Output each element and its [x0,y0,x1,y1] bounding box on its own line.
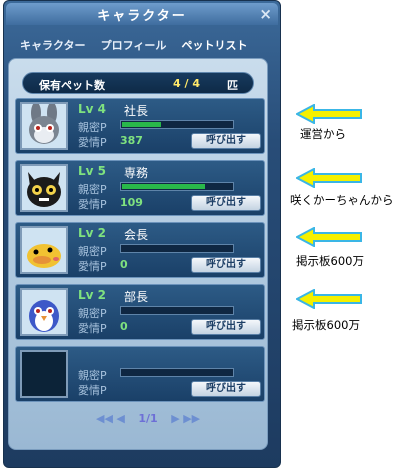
summon-button[interactable]: 呼び出す [191,381,261,397]
rabbit-pet-portrait [20,102,68,150]
intimacy-label: 親密P [78,183,107,196]
page-indicator: 1/1 [138,412,158,425]
pet-row: Lv 5 専務 親密P 愛情P 109 呼び出す [15,160,265,216]
summon-button[interactable]: 呼び出す [191,257,261,273]
affection-value: 0 [120,320,128,333]
window-title: キャラクター [97,9,187,24]
intimacy-label: 親密P [78,307,107,320]
pet-name: 部長 [124,290,149,304]
intimacy-label: 親密P [78,369,107,382]
pet-name: 専務 [124,166,149,180]
affection-label: 愛情P [78,198,107,211]
pet-count-label: 保有ペット数 [39,79,105,92]
pet-row-empty: 親密P 愛情P 呼び出す [15,346,265,402]
pagination: ◀◀ ◀ 1/1 ▶ ▶▶ [96,412,200,425]
intimacy-label: 親密P [78,121,107,134]
affection-label: 愛情P [78,260,107,273]
intimacy-bar [120,120,234,129]
tab-bar: キャラクター プロフィール ペットリスト [20,34,258,54]
next-page-icon[interactable]: ▶ [171,412,179,425]
pet-level: Lv 4 [78,102,106,116]
annotation-text: 運営から [300,127,346,141]
intimacy-bar [120,182,234,191]
empty-portrait [20,350,68,398]
affection-label: 愛情P [78,136,107,149]
left-arrow-icon [296,168,362,188]
annotation-text: 掲示板600万 [296,254,364,268]
tab-character[interactable]: キャラクター [20,37,86,54]
pet-name: 会長 [124,228,149,242]
annotation-text: 咲くかーちゃんから [290,193,394,207]
black-cat-pet-portrait [20,164,68,212]
pet-level: Lv 2 [78,226,106,240]
yellow-chick-pet-portrait [20,226,68,274]
pet-level: Lv 5 [78,164,106,178]
pet-count-bar: 保有ペット数 4 / 4 匹 [22,72,254,94]
annotation-text: 掲示板600万 [292,318,360,332]
summon-button[interactable]: 呼び出す [191,195,261,211]
affection-value: 387 [120,134,143,147]
tab-profile[interactable]: プロフィール [101,37,167,54]
summon-button[interactable]: 呼び出す [191,319,261,335]
pet-row: Lv 4 社長 親密P 愛情P 387 呼び出す [15,98,265,154]
pet-count-value: 4 / 4 [173,77,200,90]
affection-value: 109 [120,196,143,209]
first-page-icon[interactable]: ◀◀ [96,412,113,425]
affection-value: 0 [120,258,128,271]
pet-count-unit: 匹 [227,79,238,92]
penguin-pet-portrait [20,288,68,336]
affection-label: 愛情P [78,322,107,335]
pet-row: Lv 2 部長 親密P 愛情P 0 呼び出す [15,284,265,340]
left-arrow-icon [296,289,362,309]
tab-pet-list[interactable]: ペットリスト [182,37,248,54]
last-page-icon[interactable]: ▶▶ [183,412,200,425]
pet-name: 社長 [124,104,149,118]
intimacy-bar-fill [122,184,205,189]
close-icon[interactable]: × [259,5,272,23]
summon-button[interactable]: 呼び出す [191,133,261,149]
title-bar[interactable]: キャラクター × [6,3,278,25]
affection-label: 愛情P [78,384,107,397]
left-arrow-icon [296,104,362,124]
intimacy-bar [120,368,234,377]
left-arrow-icon [296,227,362,247]
pet-row: Lv 2 会長 親密P 愛情P 0 呼び出す [15,222,265,278]
intimacy-bar [120,244,234,253]
intimacy-label: 親密P [78,245,107,258]
pet-level: Lv 2 [78,288,106,302]
intimacy-bar-fill [122,122,161,127]
intimacy-bar [120,306,234,315]
prev-page-icon[interactable]: ◀ [116,412,124,425]
